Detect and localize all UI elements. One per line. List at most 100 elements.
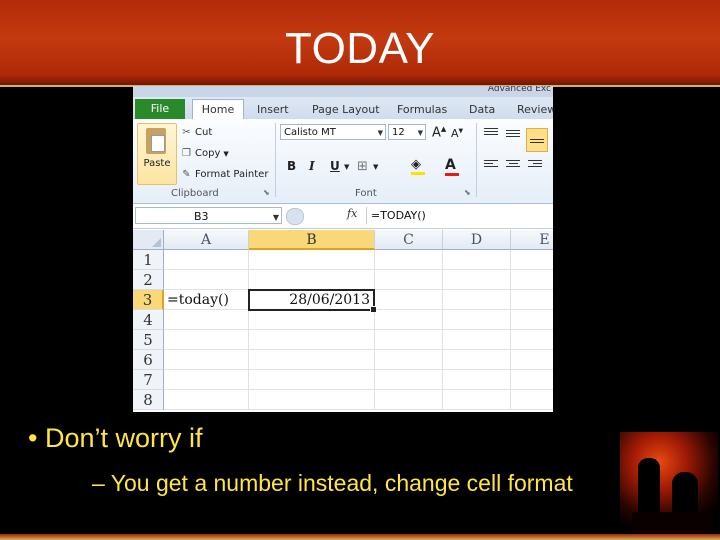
align-right-icon[interactable] bbox=[528, 160, 542, 172]
row-header-4[interactable]: 4 bbox=[133, 310, 164, 330]
grid-cell[interactable] bbox=[375, 250, 443, 270]
italic-button[interactable]: I bbox=[309, 159, 315, 173]
row-header-6[interactable]: 6 bbox=[133, 350, 164, 370]
chevron-down-icon[interactable]: ▼ bbox=[373, 163, 378, 171]
grid-cell[interactable] bbox=[249, 390, 375, 410]
grid-cell[interactable] bbox=[443, 370, 511, 390]
grow-font-icon[interactable]: A▲ bbox=[432, 125, 446, 140]
font-name-select[interactable]: Calisto MT ▼ bbox=[280, 124, 386, 140]
grid-cell[interactable] bbox=[164, 370, 249, 390]
grid-cell[interactable] bbox=[443, 270, 511, 290]
grid-cell[interactable] bbox=[443, 290, 511, 310]
tab-data[interactable]: Data bbox=[469, 100, 495, 119]
select-all-corner[interactable] bbox=[133, 230, 164, 250]
grid-cell[interactable] bbox=[375, 290, 443, 310]
column-header-e[interactable]: E bbox=[511, 230, 553, 250]
formula-input[interactable]: =TODAY() bbox=[366, 207, 552, 224]
grid-cell[interactable] bbox=[164, 390, 249, 410]
name-box[interactable]: B3 ▼ bbox=[135, 207, 282, 224]
slide-title-bar: TODAY bbox=[0, 0, 720, 87]
scissors-icon: ✂ bbox=[182, 127, 191, 138]
grid-cell[interactable] bbox=[249, 330, 375, 350]
grid-cell[interactable] bbox=[164, 350, 249, 370]
borders-icon[interactable]: ⊞ bbox=[357, 159, 368, 174]
grid-cell[interactable] bbox=[511, 250, 553, 270]
grid-cell[interactable] bbox=[443, 330, 511, 350]
grid-cell[interactable] bbox=[375, 270, 443, 290]
align-middle-icon[interactable] bbox=[506, 130, 520, 142]
grid-cell[interactable] bbox=[164, 270, 249, 290]
grid-cell[interactable] bbox=[375, 330, 443, 350]
row-header-3[interactable]: 3 bbox=[133, 290, 164, 310]
align-left-icon[interactable] bbox=[484, 160, 498, 172]
bold-button[interactable]: B bbox=[287, 159, 296, 173]
chevron-down-icon: ▼ bbox=[272, 213, 279, 222]
column-header-b[interactable]: B bbox=[249, 230, 375, 250]
font-size-value: 12 bbox=[392, 127, 405, 138]
align-bottom-icon[interactable] bbox=[526, 128, 548, 152]
font-name-value: Calisto MT bbox=[284, 127, 336, 138]
grid-cell[interactable] bbox=[511, 290, 553, 310]
grid-cell[interactable] bbox=[375, 390, 443, 410]
copy-button[interactable]: ❐ Copy ▼ bbox=[181, 148, 229, 159]
grid-cell[interactable] bbox=[443, 350, 511, 370]
align-top-icon[interactable] bbox=[484, 128, 498, 140]
grid-cell[interactable] bbox=[443, 310, 511, 330]
tab-insert[interactable]: Insert bbox=[257, 100, 289, 119]
cell-a3[interactable]: =today() bbox=[164, 290, 249, 310]
format-painter-button[interactable]: ✎ Format Painter bbox=[181, 169, 268, 180]
grid-cell[interactable] bbox=[511, 370, 553, 390]
grid-cell[interactable] bbox=[249, 350, 375, 370]
grid-cell[interactable] bbox=[511, 390, 553, 410]
clipboard-launcher-icon[interactable]: ⬊ bbox=[263, 188, 270, 197]
grid-cell[interactable] bbox=[164, 250, 249, 270]
shrink-font-icon[interactable]: A▼ bbox=[451, 127, 463, 140]
font-size-select[interactable]: 12 ▼ bbox=[388, 124, 426, 140]
insert-function-icon[interactable]: fx bbox=[347, 207, 357, 220]
row-header-2[interactable]: 2 bbox=[133, 270, 164, 290]
grid-cell[interactable] bbox=[511, 350, 553, 370]
ribbon-tabs: File Home Insert Page Layout Formulas Da… bbox=[133, 97, 553, 120]
grid-cell[interactable] bbox=[249, 310, 375, 330]
font-color-icon[interactable]: A bbox=[445, 157, 459, 176]
grid-cell[interactable] bbox=[249, 370, 375, 390]
cut-button[interactable]: ✂ Cut bbox=[181, 127, 212, 138]
slide-bottom-border bbox=[0, 534, 720, 540]
grid-cell[interactable] bbox=[375, 350, 443, 370]
chevron-down-icon[interactable]: ▼ bbox=[344, 163, 349, 171]
grid-cell[interactable] bbox=[443, 250, 511, 270]
tab-page-layout[interactable]: Page Layout bbox=[312, 100, 380, 119]
grid-cell[interactable] bbox=[511, 310, 553, 330]
align-center-icon[interactable] bbox=[506, 160, 520, 172]
tab-review[interactable]: Review bbox=[517, 100, 553, 119]
tab-formulas[interactable]: Formulas bbox=[397, 100, 447, 119]
grid-cell[interactable] bbox=[164, 310, 249, 330]
row-header-1[interactable]: 1 bbox=[133, 250, 164, 270]
column-header-d[interactable]: D bbox=[443, 230, 511, 250]
grid-cell[interactable] bbox=[164, 330, 249, 350]
chevron-down-icon: ▼ bbox=[417, 129, 423, 137]
column-header-c[interactable]: C bbox=[375, 230, 443, 250]
row-header-7[interactable]: 7 bbox=[133, 370, 164, 390]
cell-b3[interactable]: 28/06/2013 bbox=[248, 289, 377, 313]
column-header-a[interactable]: A bbox=[164, 230, 249, 250]
formula-resize-handle[interactable] bbox=[286, 208, 304, 225]
grid-cell[interactable] bbox=[443, 390, 511, 410]
chess-pieces-image bbox=[620, 432, 718, 532]
grid-cell[interactable] bbox=[375, 310, 443, 330]
grid-cell[interactable] bbox=[249, 250, 375, 270]
grid-cell[interactable] bbox=[511, 270, 553, 290]
fill-color-icon[interactable]: ◈ bbox=[411, 157, 425, 175]
grid-cell[interactable] bbox=[249, 270, 375, 290]
underline-button[interactable]: U bbox=[330, 159, 340, 173]
name-box-value: B3 bbox=[194, 210, 209, 223]
font-launcher-icon[interactable]: ⬊ bbox=[464, 188, 471, 197]
row-header-5[interactable]: 5 bbox=[133, 330, 164, 350]
copy-icon: ❐ bbox=[182, 148, 191, 159]
grid-cell[interactable] bbox=[375, 370, 443, 390]
paste-button[interactable]: Paste bbox=[137, 123, 177, 185]
tab-file[interactable]: File bbox=[135, 99, 185, 119]
tab-home[interactable]: Home bbox=[192, 99, 244, 120]
row-header-8[interactable]: 8 bbox=[133, 390, 164, 410]
grid-cell[interactable] bbox=[511, 330, 553, 350]
